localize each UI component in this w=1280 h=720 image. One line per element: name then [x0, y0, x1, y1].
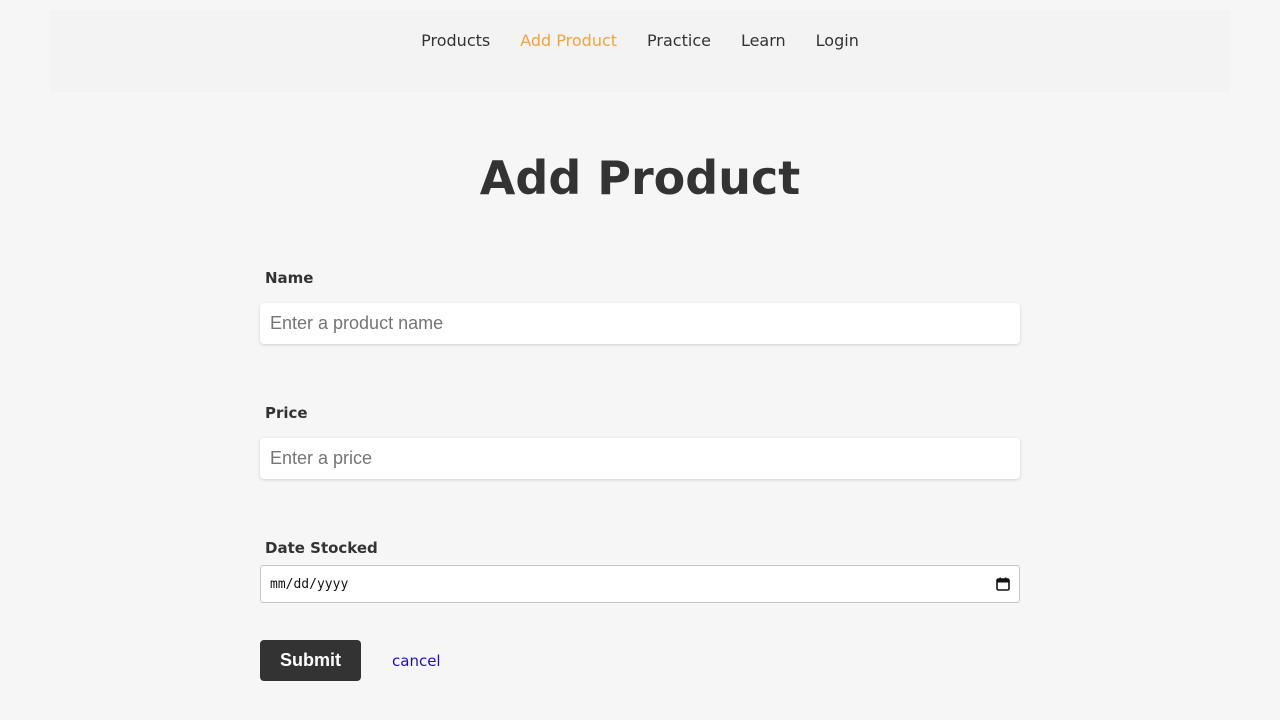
price-label: Price — [265, 404, 308, 422]
price-input[interactable] — [260, 438, 1020, 479]
nav-link-practice[interactable]: Practice — [632, 31, 726, 51]
form-actions: Submit cancel — [260, 640, 1020, 681]
calendar-icon[interactable] — [996, 577, 1010, 591]
date-stocked-input[interactable]: mm/dd/yyyy — [260, 565, 1020, 603]
nav-link-learn[interactable]: Learn — [726, 31, 801, 51]
price-field-group: Price — [260, 399, 1020, 479]
date-stocked-field-group: Date Stocked mm/dd/yyyy — [260, 534, 1020, 603]
nav-links: Products Add Product Practice Learn Logi… — [50, 10, 1230, 51]
add-product-form: Name Price Date Stocked mm/dd/yyyy Submi… — [260, 264, 1020, 681]
page-title: Add Product — [479, 151, 801, 205]
date-stocked-label: Date Stocked — [265, 539, 378, 557]
date-placeholder: mm/dd/yyyy — [270, 576, 349, 592]
cancel-link[interactable]: cancel — [392, 652, 441, 670]
nav-link-login[interactable]: Login — [801, 31, 874, 51]
name-field-group: Name — [260, 264, 1020, 344]
nav-link-add-product[interactable]: Add Product — [505, 31, 632, 51]
top-navbar: Products Add Product Practice Learn Logi… — [50, 10, 1230, 92]
nav-link-products[interactable]: Products — [406, 31, 505, 51]
submit-button[interactable]: Submit — [260, 640, 361, 681]
name-input[interactable] — [260, 303, 1020, 344]
name-label: Name — [265, 269, 314, 287]
